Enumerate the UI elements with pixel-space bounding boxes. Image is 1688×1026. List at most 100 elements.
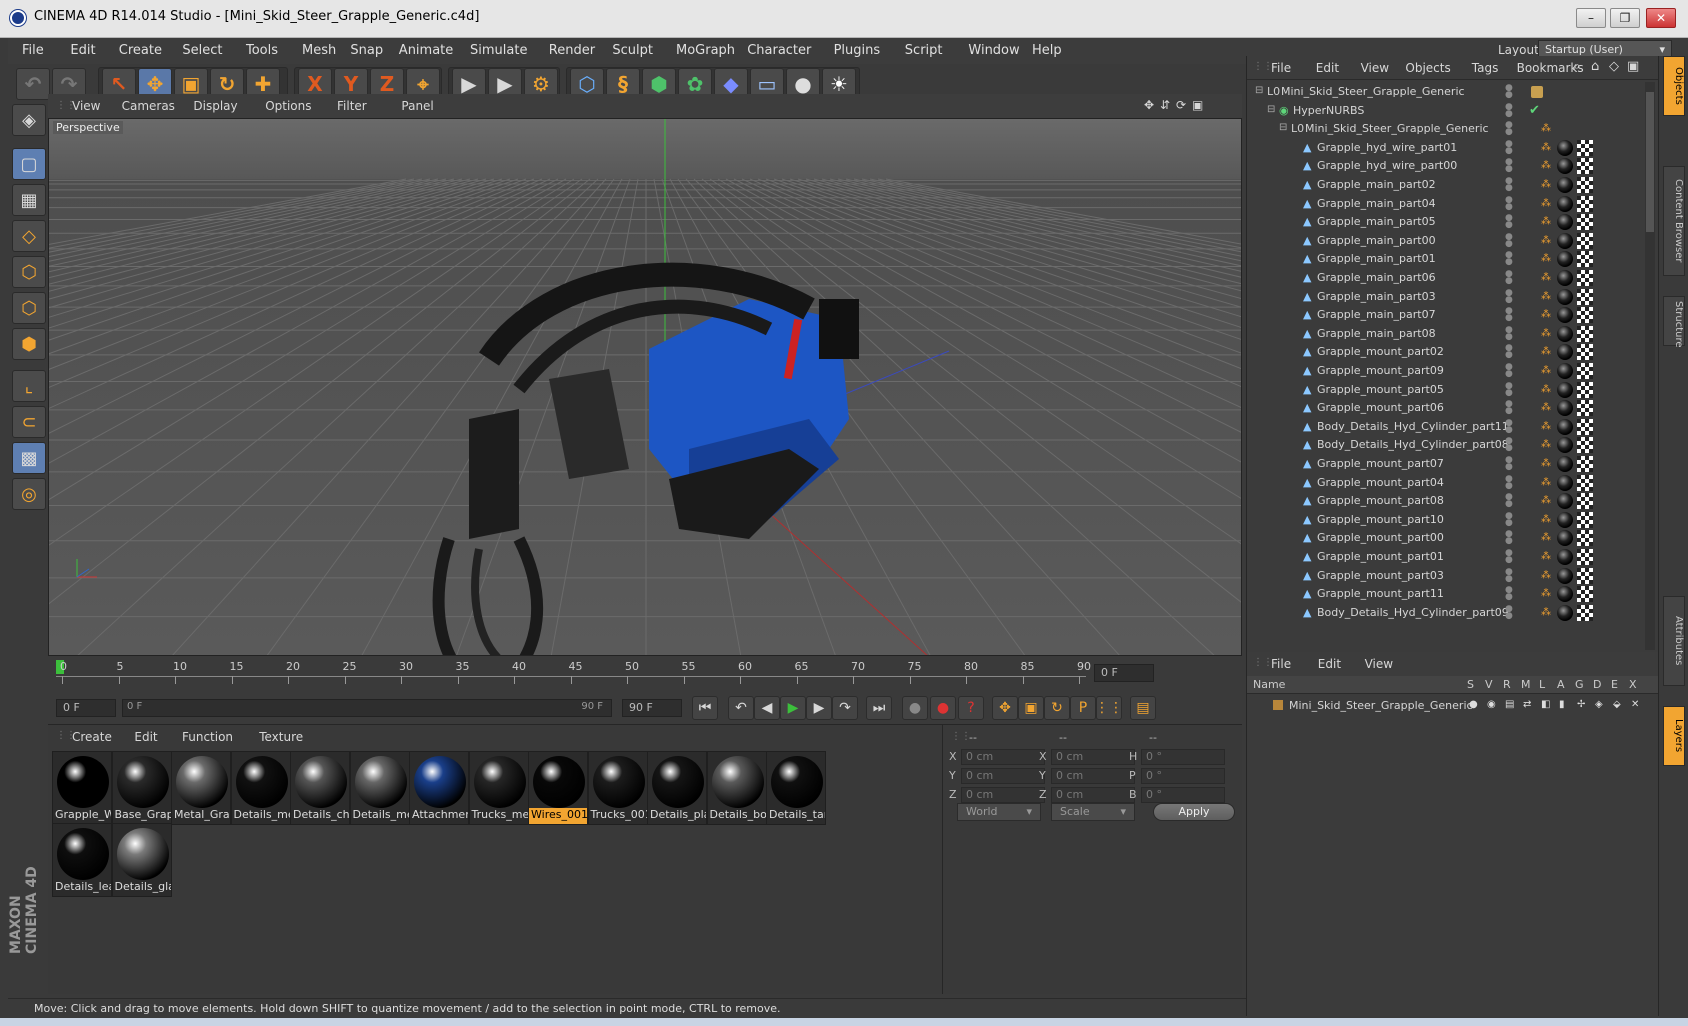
menu-window[interactable]: Window (968, 43, 1019, 58)
uvw-tag-icon[interactable] (1577, 400, 1593, 417)
material-tag-icon[interactable] (1557, 177, 1573, 193)
uvw-tag-icon[interactable] (1577, 251, 1593, 268)
uvw-tag-icon[interactable] (1577, 214, 1593, 231)
material-tag-icon[interactable] (1557, 604, 1573, 621)
visibility-dots[interactable]: ● ● (1505, 121, 1515, 137)
object-row[interactable]: ▲ Grapple_mount_part02 ● ● ⁂ (1247, 342, 1647, 362)
material-swatch[interactable]: Trucks_001 (587, 751, 648, 825)
object-row[interactable]: ▲ Grapple_main_part01 ● ● ⁂ (1247, 249, 1647, 269)
object-row[interactable]: ⊟ L0 Mini_Skid_Steer_Grapple_Generic ● ● ⁂ (1247, 119, 1647, 139)
visibility-dots[interactable]: ● ● (1505, 214, 1515, 230)
visibility-dots[interactable]: ● ● (1505, 195, 1515, 211)
menu-mograph[interactable]: MoGraph (676, 43, 735, 58)
expand-icon[interactable]: ⊟ (1267, 104, 1275, 115)
uvw-tag-icon[interactable] (1577, 232, 1593, 249)
maximize-button[interactable]: ❐ (1610, 8, 1640, 28)
layer-flag-icon[interactable]: ◈ (1595, 699, 1603, 710)
material-tag-icon[interactable] (1557, 530, 1573, 547)
object-row[interactable]: ▲ Grapple_mount_part01 ● ● ⁂ (1247, 547, 1647, 567)
object-row[interactable]: ⊟ L0 Mini_Skid_Steer_Grapple_Generic ● ● (1247, 82, 1647, 102)
record-icon[interactable]: ● (902, 696, 928, 720)
uvw-tag-icon[interactable] (1577, 325, 1593, 342)
minimize-button[interactable]: – (1576, 8, 1606, 28)
phong-tag-icon[interactable]: ⁂ (1541, 607, 1551, 618)
visibility-dots[interactable]: ● ● (1505, 139, 1515, 155)
start-frame-field[interactable]: 0 F (56, 699, 116, 717)
uvw-tag-icon[interactable] (1577, 158, 1593, 175)
menu-animate[interactable]: Animate (399, 43, 453, 58)
object-row[interactable]: ▲ Grapple_mount_part10 ● ● ⁂ (1247, 510, 1647, 530)
uvw-tag-icon[interactable] (1577, 604, 1593, 621)
uvw-tag-icon[interactable] (1577, 307, 1593, 324)
phong-tag-icon[interactable]: ⁂ (1541, 403, 1551, 413)
object-row[interactable]: ▲ Grapple_main_part00 ● ● ⁂ (1247, 231, 1647, 251)
material-menu-texture[interactable]: Texture (259, 730, 303, 744)
layer-column-s[interactable]: S (1467, 678, 1474, 691)
layer-menu-view[interactable]: View (1365, 657, 1393, 671)
menu-simulate[interactable]: Simulate (470, 43, 527, 58)
material-tag-icon[interactable] (1557, 158, 1573, 175)
menu-sculpt[interactable]: Sculpt (612, 43, 653, 58)
menu-tools[interactable]: Tools (246, 43, 278, 58)
material-tag-icon[interactable] (1557, 288, 1573, 305)
layer-flag-icon[interactable]: ◉ (1487, 699, 1496, 710)
material-tag-icon[interactable] (1557, 251, 1573, 268)
uvw-tag-icon[interactable] (1577, 288, 1593, 305)
right-tab-layers[interactable]: Layers (1663, 706, 1685, 766)
object-row[interactable]: ⊟ ◉ HyperNURBS ● ● ✔ (1247, 101, 1647, 121)
key-position-icon[interactable]: ✥ (992, 696, 1018, 720)
layer-menu-file[interactable]: File (1271, 657, 1291, 671)
viewport-menu-filter[interactable]: Filter (337, 99, 367, 113)
menu-create[interactable]: Create (119, 43, 162, 58)
help-icon[interactable]: ? (958, 696, 984, 720)
object-row[interactable]: ▲ Grapple_mount_part11 ● ● ⁂ (1247, 584, 1647, 604)
object-row[interactable]: ▲ Grapple_main_part02 ● ● ⁂ (1247, 175, 1647, 195)
uvw-tag-icon[interactable] (1577, 493, 1593, 510)
menu-select[interactable]: Select (182, 43, 222, 58)
uvw-tag-icon[interactable] (1577, 139, 1593, 156)
object-row[interactable]: ▲ Grapple_mount_part09 ● ● ⁂ (1247, 361, 1647, 381)
material-tag-icon[interactable] (1557, 474, 1573, 491)
right-tab-structure[interactable]: Structure (1663, 296, 1685, 348)
menu-render[interactable]: Render (549, 43, 595, 58)
material-tag-icon[interactable] (1557, 456, 1573, 472)
menu-plugins[interactable]: Plugins (834, 43, 881, 58)
home-icon[interactable]: ⌂ (1591, 59, 1599, 74)
visibility-dots[interactable]: ● ● (1505, 177, 1515, 193)
visibility-dots[interactable]: ● ● (1505, 437, 1515, 453)
object-row[interactable]: ▲ Grapple_mount_part08 ● ● ⁂ (1247, 491, 1647, 511)
phong-tag-icon[interactable]: ⁂ (1541, 180, 1551, 190)
phong-tag-icon[interactable]: ⁂ (1541, 589, 1551, 599)
phong-tag-icon[interactable]: ⁂ (1541, 217, 1551, 227)
uvw-tag-icon[interactable] (1577, 567, 1593, 584)
coord-value-field[interactable]: 0 ° (1141, 768, 1225, 784)
uvw-tag-icon[interactable] (1577, 474, 1593, 491)
first-frame-icon[interactable]: ⏮ (692, 696, 718, 720)
magnet-icon[interactable]: ⊂ (12, 406, 46, 438)
phong-tag-icon[interactable]: ⁂ (1541, 440, 1551, 450)
layer-column-name[interactable]: Name (1253, 678, 1285, 691)
object-row[interactable]: ▲ Grapple_main_part06 ● ● ⁂ (1247, 268, 1647, 288)
visibility-dots[interactable]: ● ● (1505, 270, 1515, 286)
check-icon[interactable]: ✔ (1529, 103, 1540, 118)
right-tab-objects[interactable]: Objects (1663, 56, 1685, 116)
menu-file[interactable]: File (22, 43, 44, 58)
visibility-dots[interactable]: ● ● (1505, 567, 1515, 583)
texture-mode-icon[interactable]: ▦ (12, 184, 46, 216)
material-swatch[interactable]: Details_me (230, 751, 291, 825)
scroll-thumb[interactable] (1646, 92, 1654, 232)
material-tag-icon[interactable] (1557, 307, 1573, 324)
material-tag-icon[interactable] (1557, 493, 1573, 510)
object-row[interactable]: ▲ Grapple_mount_part03 ● ● ⁂ (1247, 566, 1647, 586)
object-menu-tags[interactable]: Tags (1472, 61, 1499, 75)
material-tag-icon[interactable] (1557, 400, 1573, 417)
snap-icon[interactable]: ◎ (12, 478, 46, 510)
prev-frame-icon[interactable]: ◀ (754, 696, 780, 720)
uvw-tag-icon[interactable] (1577, 549, 1593, 565)
uvw-tag-icon[interactable] (1577, 456, 1593, 472)
phong-tag-icon[interactable]: ⁂ (1541, 124, 1551, 134)
model-mode-icon[interactable]: ▢ (12, 148, 46, 180)
material-tag-icon[interactable] (1557, 325, 1573, 342)
phong-tag-icon[interactable]: ⁂ (1541, 533, 1551, 543)
visibility-dots[interactable]: ● ● (1505, 158, 1515, 174)
